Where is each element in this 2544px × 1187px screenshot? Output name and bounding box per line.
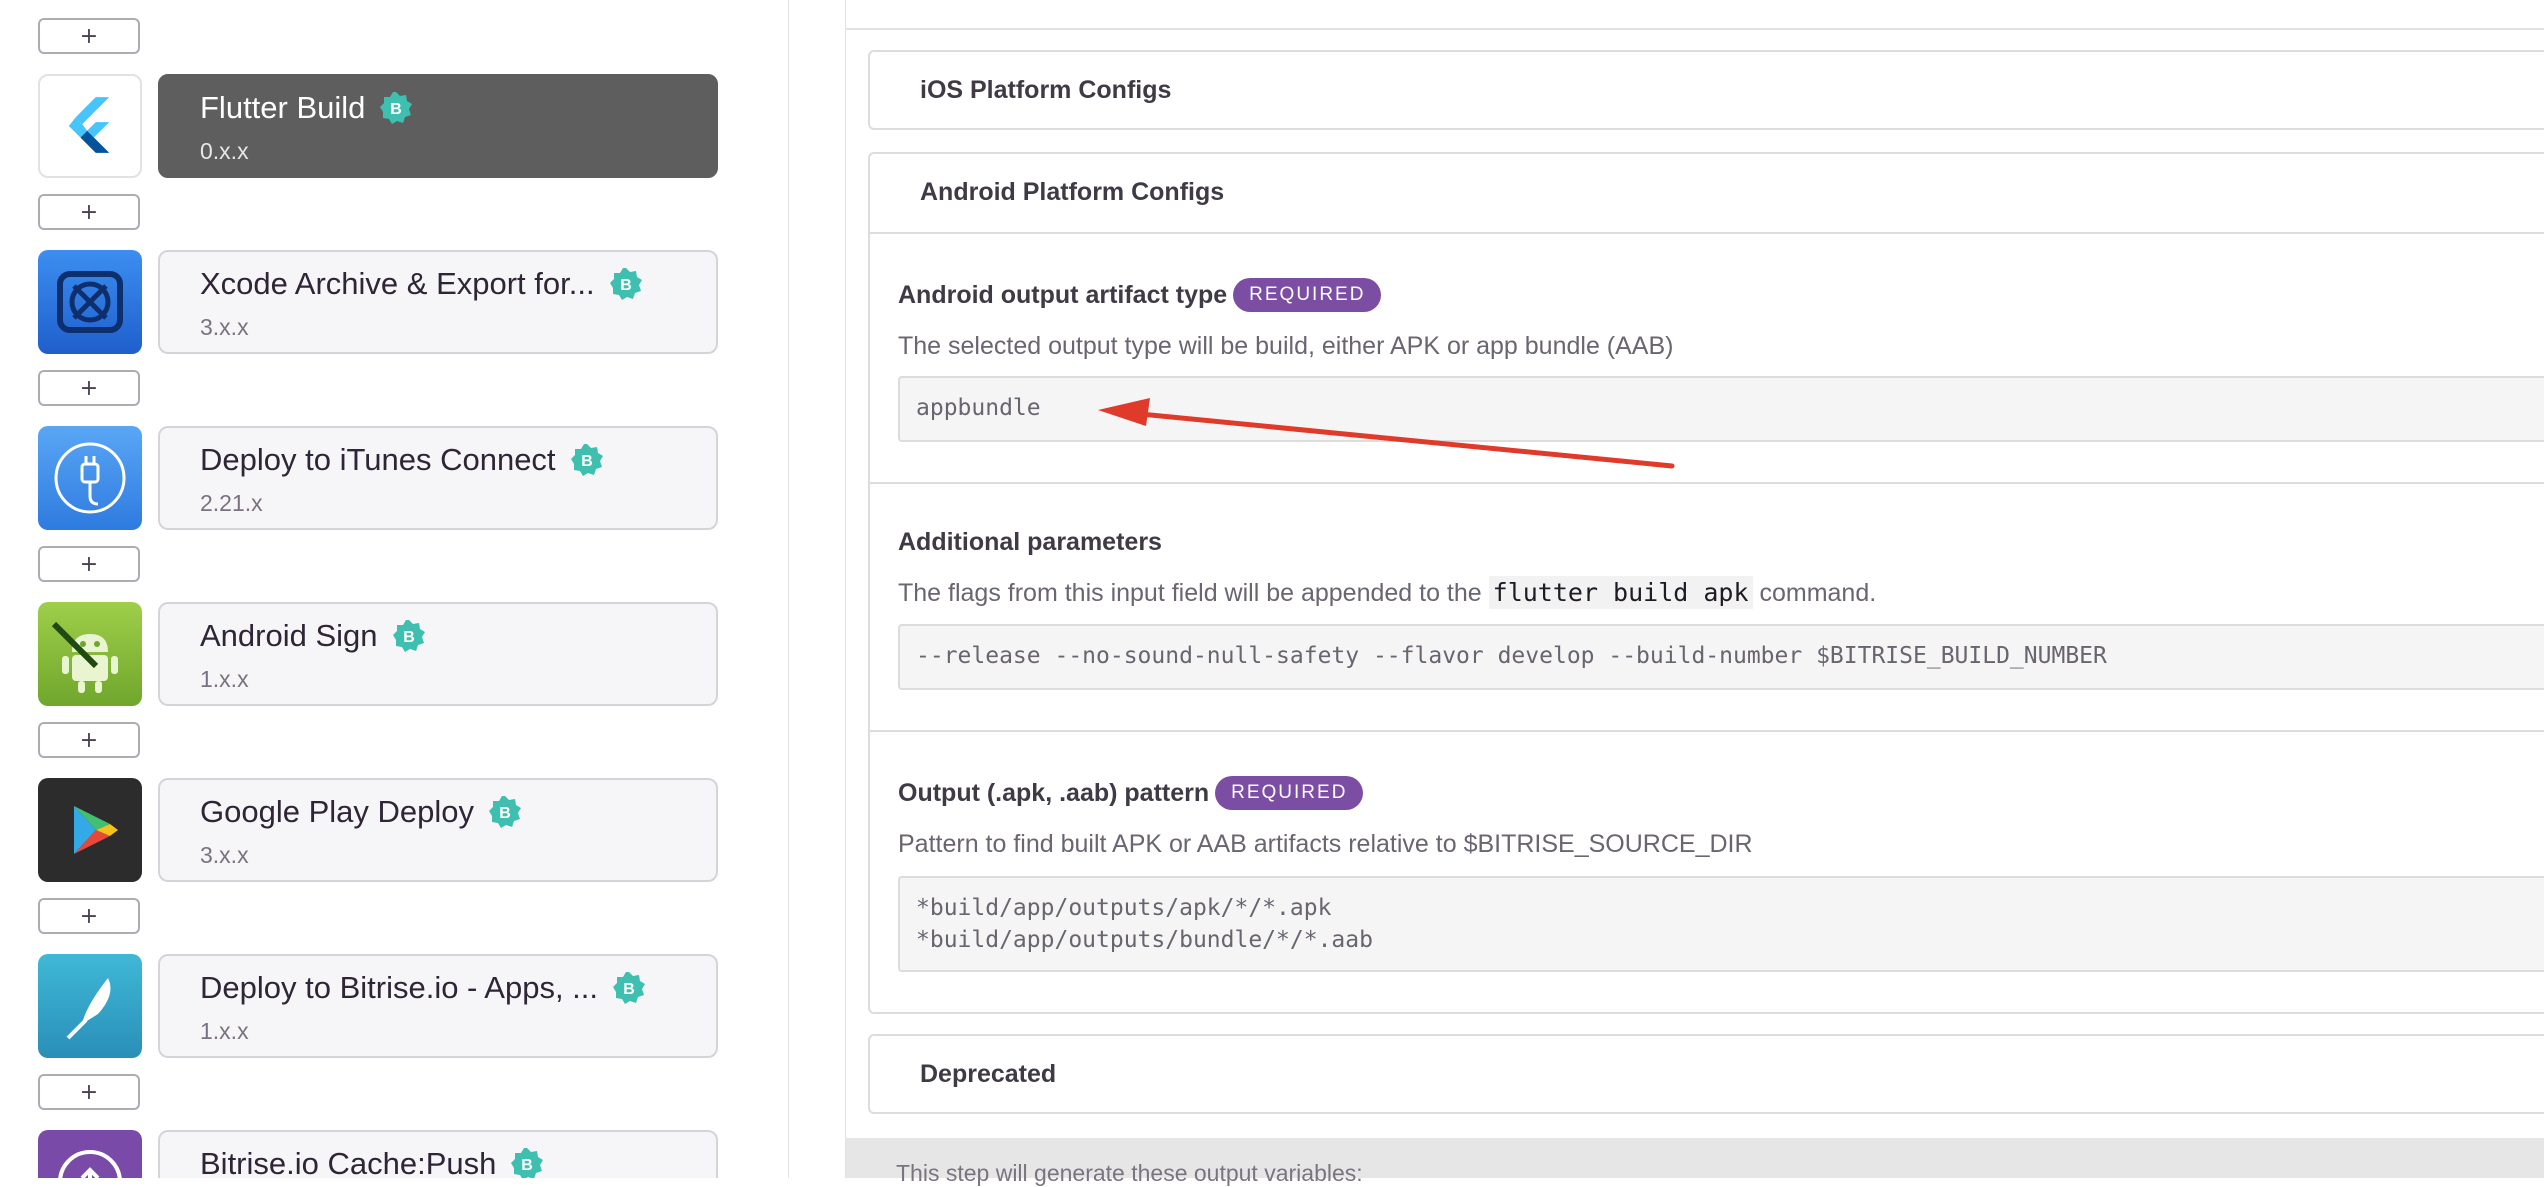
bitrise-verified-badge-icon: B xyxy=(570,443,604,477)
itunes-connect-icon[interactable] xyxy=(38,426,142,530)
svg-text:B: B xyxy=(623,981,635,998)
section-title[interactable]: Android Platform Configs xyxy=(920,178,1224,207)
android-icon[interactable] xyxy=(38,602,142,706)
step-card-deploy-bitrise[interactable]: Deploy to Bitrise.io - Apps, ... B 1.x.x xyxy=(158,954,718,1058)
add-step-button[interactable]: + xyxy=(38,546,140,582)
additional-parameters-description: The flags from this input field will be … xyxy=(898,576,1877,609)
google-play-icon[interactable] xyxy=(38,778,142,882)
svg-text:B: B xyxy=(581,453,593,470)
step-card-bitrise-cache-push[interactable]: Bitrise.io Cache:Push B xyxy=(158,1130,718,1178)
svg-text:B: B xyxy=(403,629,415,646)
step-version: 1.x.x xyxy=(200,666,249,692)
bitrise-verified-badge-icon: B xyxy=(510,1147,544,1178)
add-step-button[interactable]: + xyxy=(38,370,140,406)
add-step-button[interactable]: + xyxy=(38,18,140,54)
output-pattern-field[interactable]: *build/app/outputs/apk/*/*.apk *build/app… xyxy=(898,876,2544,972)
step-config-panel: iOS Platform Configs Android Platform Co… xyxy=(845,0,2544,1186)
workflow-step-list: + Flutter Build B 0.x.x + Xcode Archive xyxy=(0,0,789,1178)
svg-text:B: B xyxy=(499,805,511,822)
divider xyxy=(846,28,2544,30)
add-step-button[interactable]: + xyxy=(38,898,140,934)
inline-code: flutter build apk xyxy=(1488,576,1753,609)
bitrise-deploy-icon[interactable] xyxy=(38,954,142,1058)
bitrise-cache-icon[interactable] xyxy=(38,1130,142,1178)
bitrise-verified-badge-icon: B xyxy=(612,971,646,1005)
add-step-button[interactable]: + xyxy=(38,194,140,230)
step-version: 3.x.x xyxy=(200,842,249,868)
additional-parameters-field[interactable]: --release --no-sound-null-safety --flavo… xyxy=(898,624,2544,690)
bitrise-verified-badge-icon: B xyxy=(488,795,522,829)
step-title: Xcode Archive & Export for... xyxy=(200,266,595,301)
xcode-icon[interactable] xyxy=(38,250,142,354)
android-platform-configs-section: Android Platform Configs Android output … xyxy=(868,152,2544,1014)
output-pattern-label: Output (.apk, .aab) pattern xyxy=(898,778,1210,807)
deprecated-section[interactable]: Deprecated xyxy=(868,1034,2544,1114)
divider xyxy=(870,730,2544,732)
divider xyxy=(870,232,2544,234)
section-title: iOS Platform Configs xyxy=(920,76,1172,104)
add-step-button[interactable]: + xyxy=(38,722,140,758)
step-card-flutter-build[interactable]: Flutter Build B 0.x.x xyxy=(158,74,718,178)
required-badge: REQUIRED xyxy=(1215,776,1364,810)
step-card-xcode-archive[interactable]: Xcode Archive & Export for... B 3.x.x xyxy=(158,250,718,354)
divider xyxy=(870,482,2544,484)
section-title: Deprecated xyxy=(920,1060,1057,1088)
output-pattern-description: Pattern to find built APK or AAB artifac… xyxy=(898,830,1753,858)
step-title: Google Play Deploy xyxy=(200,794,474,829)
additional-parameters-label: Additional parameters xyxy=(898,528,1162,556)
required-badge: REQUIRED xyxy=(1233,278,1382,312)
artifact-type-label: Android output artifact type xyxy=(898,280,1228,309)
svg-text:B: B xyxy=(620,277,632,294)
step-title: Android Sign xyxy=(200,618,378,653)
step-title: Deploy to Bitrise.io - Apps, ... xyxy=(200,970,599,1005)
output-variables-bar: This step will generate these output var… xyxy=(846,1138,2544,1186)
step-version: 3.x.x xyxy=(200,314,249,340)
step-card-android-sign[interactable]: Android Sign B 1.x.x xyxy=(158,602,718,706)
step-version: 0.x.x xyxy=(200,138,249,164)
artifact-type-description: The selected output type will be build, … xyxy=(898,332,1674,360)
artifact-type-field[interactable]: appbundle xyxy=(898,376,2544,442)
output-variables-text: This step will generate these output var… xyxy=(896,1160,1363,1186)
step-card-google-play-deploy[interactable]: Google Play Deploy B 3.x.x xyxy=(158,778,718,882)
flutter-icon[interactable] xyxy=(38,74,142,178)
bitrise-verified-badge-icon: B xyxy=(392,619,426,653)
step-version: 1.x.x xyxy=(200,1018,249,1044)
bitrise-verified-badge-icon: B xyxy=(379,91,413,125)
bitrise-verified-badge-icon: B xyxy=(609,267,643,301)
step-card-deploy-itunes-connect[interactable]: Deploy to iTunes Connect B 2.21.x xyxy=(158,426,718,530)
step-version: 2.21.x xyxy=(200,490,263,516)
add-step-button[interactable]: + xyxy=(38,1074,140,1110)
step-title: Deploy to iTunes Connect xyxy=(200,442,556,477)
step-title: Bitrise.io Cache:Push xyxy=(200,1146,497,1178)
ios-platform-configs-section[interactable]: iOS Platform Configs xyxy=(868,50,2544,130)
step-title: Flutter Build xyxy=(200,90,366,125)
svg-text:B: B xyxy=(391,101,403,118)
svg-text:B: B xyxy=(522,1157,534,1174)
